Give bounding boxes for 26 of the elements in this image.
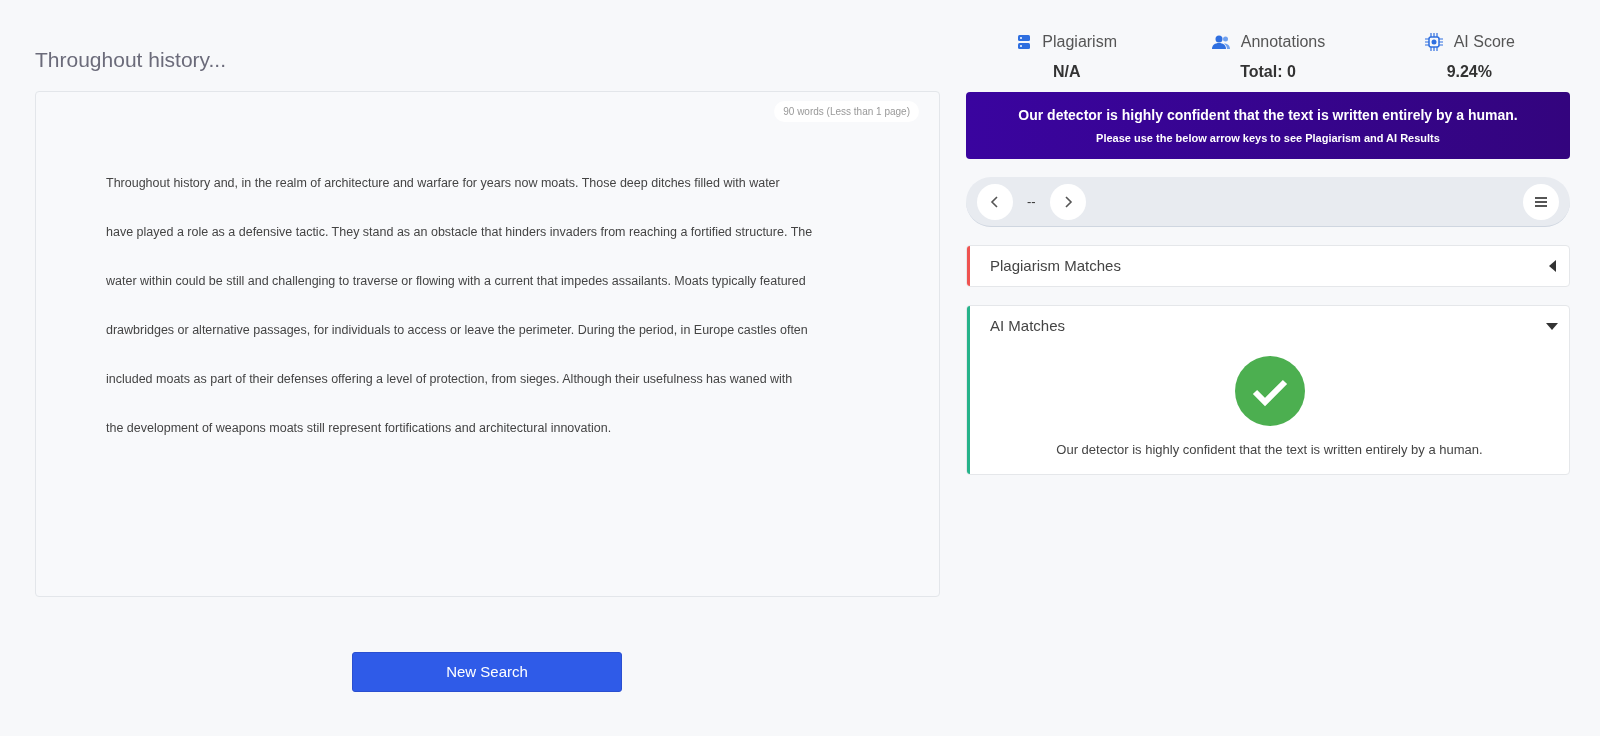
panel-title: Plagiarism Matches [990,255,1121,276]
panel-title: AI Matches [990,315,1066,336]
stat-value: 9.24% [1446,62,1492,82]
banner-subline: Please use the below arrow keys to see Plagiarism and AI Results [1096,130,1440,146]
stat-value: Total: 0 [1240,62,1296,82]
document-title: Throughout history... [35,47,227,70]
stat-value: N/A [1052,62,1081,82]
stat-label: Annotations [1240,32,1326,52]
stat-label: AI Score [1453,32,1515,52]
new-search-button[interactable]: New Search [352,652,622,692]
chevron-left-icon [990,194,1000,209]
caret-down-icon [1546,322,1558,330]
caret-left-icon [1548,260,1556,272]
check-circle-icon [1234,356,1305,426]
menu-icon [1534,195,1548,208]
panel-message: Our detector is highly confident that the text is written entirely by a human. [1056,441,1483,459]
server-icon [1016,34,1033,50]
menu-button[interactable] [1523,183,1559,220]
chevron-right-icon [1062,194,1073,209]
users-icon [1210,34,1231,50]
chip-icon [1423,32,1444,52]
banner-headline: Our detector is highly confident that the text is written entirely by a human. [1018,105,1518,125]
document-text: Throughout history and, in the realm of architecture and warfare for years now moats. Those deep ditches filled with water have played a role as a defensive tactic. They stand as an obstacle that hinders invaders from reaching a fortified structure. The water within could be still and challenging to traverse or flowing with a current that impedes assailants. Moats typically featured drawbridges or alternative passages, for individuals to access or leave the perimeter. During the period, in Europe castles often included moats as part of their defenses offering a level of protection, from sieges. Although their usefulness has waned with the development of weapons moats still represent fortifications and architectural innovation. [106,175,814,437]
stat-label: Plagiarism [1042,32,1117,52]
word-count-badge: 90 words (Less than 1 page) [774,101,919,122]
match-position: -- [1027,192,1036,211]
